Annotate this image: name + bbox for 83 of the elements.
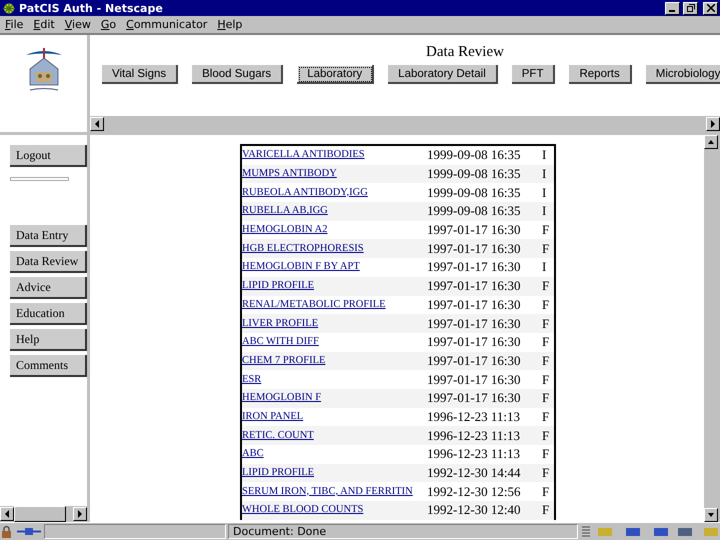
- table-cell-text: F: [542, 316, 550, 331]
- test-link[interactable]: HEMOGLOBIN A2: [242, 223, 426, 238]
- test-link[interactable]: ABC: [242, 447, 426, 462]
- nav-button[interactable]: Data Entry: [10, 225, 87, 247]
- test-link[interactable]: HGB ELECTROPHORESIS: [242, 242, 426, 256]
- date-cell-text: 1997-01-17 16:30: [426, 372, 522, 387]
- table-cell-text: F: [542, 298, 550, 312]
- status-text: Document: Done: [228, 524, 578, 539]
- date-cell-text: 1996-12-23 11:13: [426, 447, 522, 462]
- table-cell-text: F: [542, 242, 550, 256]
- nav-button[interactable]: Data Review: [10, 251, 87, 273]
- tab-button[interactable]: Laboratory Detail: [388, 65, 498, 84]
- table-cell-text: F: [542, 391, 550, 406]
- menu-item[interactable]: View: [64, 18, 91, 31]
- test-link[interactable]: ABC WITH DIFF: [242, 335, 426, 350]
- nav-button[interactable]: Advice: [10, 277, 87, 299]
- table-cell-text: F: [542, 372, 550, 387]
- table-cell-text: F: [542, 447, 550, 462]
- menu-item[interactable]: Help: [217, 18, 242, 31]
- date-cell-text: 1999-09-08 16:35: [426, 148, 522, 162]
- date-cell-text: 1999-09-08 16:35: [426, 204, 522, 218]
- nav-button[interactable]: Education: [10, 303, 87, 325]
- test-link[interactable]: HEMOGLOBIN F: [242, 391, 426, 406]
- nav-button[interactable]: Comments: [10, 355, 87, 377]
- date-cell-text: 1999-09-08 16:35: [426, 167, 522, 182]
- table-cell-text: I: [542, 167, 548, 182]
- test-link[interactable]: CHEM 7 PROFILE: [242, 354, 426, 368]
- date-cell-text: 1997-01-17 16:30: [426, 242, 522, 256]
- test-link[interactable]: IRON PANEL: [242, 410, 426, 424]
- date-cell-text: 1997-01-17 16:30: [426, 391, 522, 406]
- date-cell-text: 1996-12-23 11:13: [426, 410, 522, 424]
- tab-button[interactable]: Reports: [569, 65, 632, 84]
- date-cell-text: 1997-01-17 16:30: [426, 354, 522, 368]
- menu-item[interactable]: Go: [100, 18, 116, 31]
- menu-item[interactable]: File: [5, 18, 24, 31]
- date-cell-text: 1992-12-30 12:56: [426, 484, 522, 499]
- date-cell-text: 1992-12-30 12:40: [426, 503, 522, 518]
- date-cell-text: 1997-01-17 16:30: [426, 298, 522, 312]
- menu-item[interactable]: Edit: [33, 18, 55, 31]
- menu-item[interactable]: Communicator: [126, 18, 208, 31]
- page-heading: Data Review: [425, 43, 505, 62]
- test-link[interactable]: VARICELLA ANTIBODIES: [242, 148, 426, 162]
- table-cell-text: I: [542, 186, 548, 200]
- test-link[interactable]: RUBEOLA ANTIBODY,IGG: [242, 186, 426, 200]
- test-link[interactable]: LIPID PROFILE: [242, 279, 426, 294]
- test-link[interactable]: RENAL/METABOLIC PROFILE: [242, 298, 426, 312]
- date-cell-text: 1996-12-23 11:13: [426, 428, 522, 443]
- test-link[interactable]: WHOLE BLOOD COUNTS: [242, 503, 426, 518]
- test-link[interactable]: ESR: [242, 372, 426, 387]
- date-cell-text: 1997-01-17 16:30: [426, 279, 522, 294]
- test-link[interactable]: MUMPS ANTIBODY: [242, 167, 426, 182]
- date-cell-text: 1999-09-08 16:35: [426, 186, 522, 200]
- tab-button[interactable]: Vital Signs: [102, 65, 178, 84]
- table-cell-text: F: [542, 466, 550, 480]
- table-cell-text: F: [542, 410, 550, 424]
- table-cell-text: F: [542, 279, 550, 294]
- window-title: PatCIS Auth - Netscape: [19, 2, 164, 14]
- tab-button[interactable]: Blood Sugars: [192, 65, 284, 84]
- logout-button[interactable]: Logout: [10, 145, 87, 167]
- date-cell-text: 1997-01-17 16:30: [426, 223, 522, 238]
- nav-button[interactable]: Help: [10, 329, 87, 351]
- test-link[interactable]: SERUM IRON, TIBC, AND FERRITIN: [242, 484, 426, 499]
- table-cell-text: I: [542, 260, 548, 274]
- table-cell-text: I: [542, 204, 548, 218]
- test-link[interactable]: LIVER PROFILE: [242, 316, 426, 331]
- table-cell-text: F: [542, 484, 550, 499]
- table-cell-text: F: [542, 335, 550, 350]
- tab-button[interactable]: Microbiology: [646, 65, 720, 84]
- table-cell-text: I: [542, 148, 548, 162]
- table-cell-text: F: [542, 354, 550, 368]
- tab-button[interactable]: Laboratory: [297, 65, 374, 84]
- test-link[interactable]: RUBELLA AB,IGG: [242, 204, 426, 218]
- test-link[interactable]: RETIC. COUNT: [242, 428, 426, 443]
- date-cell-text: 1997-01-17 16:30: [426, 260, 522, 274]
- tab-button[interactable]: PFT: [512, 65, 556, 84]
- date-cell-text: 1997-01-17 16:30: [426, 316, 522, 331]
- date-cell-text: 1997-01-17 16:30: [426, 335, 522, 350]
- table-cell-text: F: [542, 223, 550, 238]
- test-link[interactable]: LIPID PROFILE: [242, 466, 426, 480]
- table-cell-text: F: [542, 503, 550, 518]
- test-link[interactable]: HEMOGLOBIN F BY APT: [242, 260, 426, 274]
- date-cell-text: 1992-12-30 14:44: [426, 466, 522, 480]
- table-cell-text: F: [542, 428, 550, 443]
